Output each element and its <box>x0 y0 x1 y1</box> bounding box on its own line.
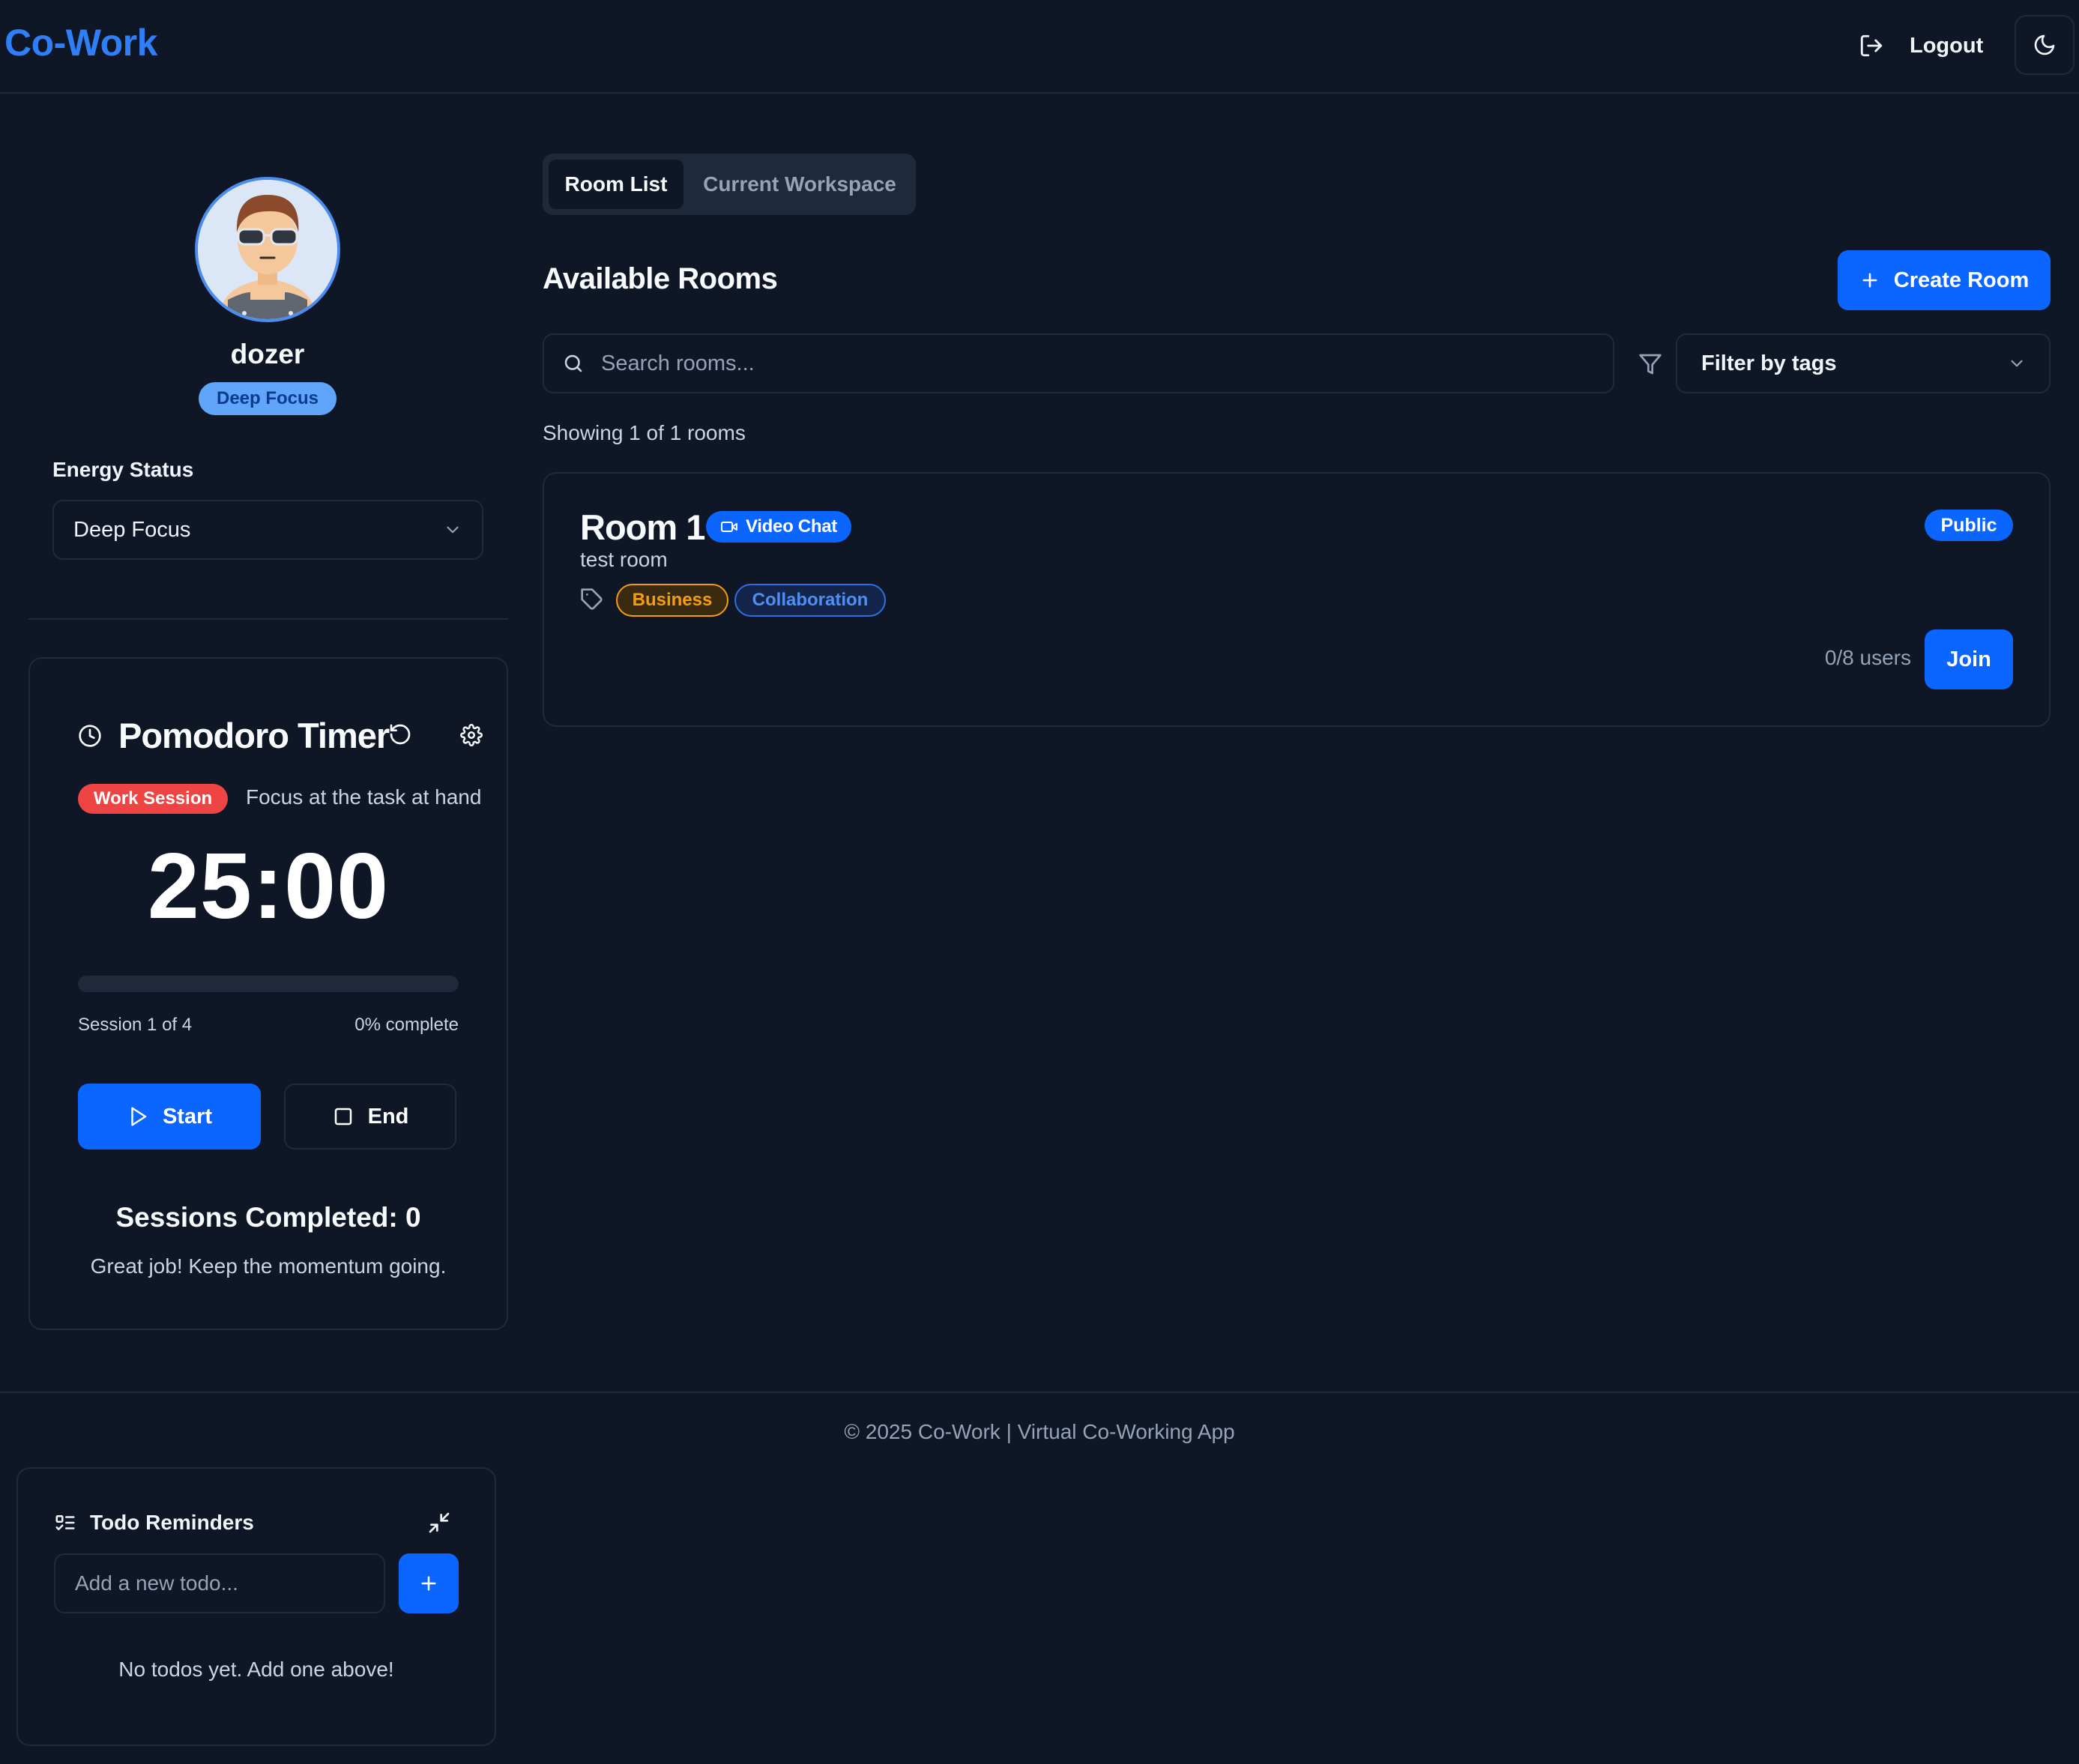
timer-progress-bar <box>78 976 459 992</box>
pomodoro-title: Pomodoro Timer <box>118 716 390 755</box>
energy-status-label: Energy Status <box>52 458 194 481</box>
timer-display: 25:00 <box>147 835 390 938</box>
start-timer-button[interactable]: Start <box>78 1084 261 1150</box>
logout-button[interactable]: Logout <box>1859 28 1983 63</box>
log-out-icon <box>1860 34 1883 57</box>
room-type-label: Video Chat <box>746 516 837 537</box>
todo-header: Todo Reminders <box>54 1511 254 1535</box>
tag-filter-select[interactable]: Filter by tags <box>1676 333 2051 393</box>
tag-icon <box>580 588 604 611</box>
energy-status-value: Deep Focus <box>73 517 191 542</box>
todo-title: Todo Reminders <box>90 1511 254 1534</box>
video-icon <box>721 522 738 532</box>
room-search <box>543 333 1614 393</box>
completion-percent: 0% complete <box>354 1015 459 1035</box>
start-label: Start <box>162 1104 213 1129</box>
plus-icon <box>421 1576 436 1591</box>
tab-current-workspace[interactable]: Current Workspace <box>690 160 910 209</box>
app-logo[interactable]: Co-Work <box>4 21 157 64</box>
minimize-icon <box>429 1512 450 1533</box>
create-room-label: Create Room <box>1893 268 2030 292</box>
chevron-down-icon <box>2011 360 2023 367</box>
theme-toggle-button[interactable] <box>2015 15 2075 75</box>
app-header: Co-Work Logout <box>0 0 2079 94</box>
play-icon <box>131 1107 147 1126</box>
section-title: Available Rooms <box>543 262 778 295</box>
todo-input[interactable] <box>54 1553 385 1613</box>
sidebar-divider <box>28 618 508 620</box>
room-visibility-badge: Public <box>1925 510 2013 541</box>
results-count: Showing 1 of 1 rooms <box>543 421 746 444</box>
search-input[interactable] <box>601 351 1575 376</box>
energy-status-badge: Deep Focus <box>199 382 337 415</box>
minimize-todo-button[interactable] <box>427 1511 451 1535</box>
plus-icon <box>1862 273 1877 288</box>
end-timer-button[interactable]: End <box>284 1084 456 1150</box>
room-tag: Business <box>616 584 728 617</box>
timer-settings-button[interactable] <box>460 724 483 746</box>
avatar <box>195 177 340 322</box>
add-todo-button[interactable] <box>399 1553 459 1613</box>
energy-status-select[interactable]: Deep Focus <box>52 500 483 560</box>
session-counter: Session 1 of 4 <box>78 1015 193 1035</box>
room-name: Room 1 <box>580 507 705 547</box>
chevron-down-icon <box>447 526 459 534</box>
search-icon <box>564 354 582 372</box>
tag-filter-label: Filter by tags <box>1701 351 1837 375</box>
encouragement-text: Great job! Keep the momentum going. <box>90 1254 447 1278</box>
rotate-ccw-icon <box>390 724 411 745</box>
join-room-button[interactable]: Join <box>1925 629 2013 689</box>
end-label: End <box>367 1104 409 1129</box>
footer-copyright: © 2025 Co-Work | Virtual Co-Working App <box>844 1420 1235 1443</box>
pomodoro-header: Pomodoro Timer <box>78 715 390 756</box>
moon-icon <box>2034 34 2055 55</box>
session-mode-text: Focus at the task at hand <box>246 785 482 809</box>
sessions-completed: Sessions Completed: 0 <box>115 1202 421 1233</box>
todo-empty-state: No todos yet. Add one above! <box>118 1658 394 1681</box>
footer-divider <box>0 1392 2079 1393</box>
filter-icon <box>1638 352 1662 376</box>
gear-icon <box>460 724 483 746</box>
session-mode-badge: Work Session <box>78 784 228 814</box>
reset-timer-button[interactable] <box>388 722 412 746</box>
room-tag: Collaboration <box>734 584 886 617</box>
logout-label: Logout <box>1910 33 1984 58</box>
clock-icon <box>79 724 101 747</box>
tab-room-list[interactable]: Room List <box>549 160 684 209</box>
room-description: test room <box>580 548 668 571</box>
list-todo-icon <box>55 1515 75 1530</box>
room-type-badge: Video Chat <box>706 511 851 543</box>
room-user-count: 0/8 users <box>1824 646 1911 669</box>
square-icon <box>334 1108 351 1126</box>
username: dozer <box>230 339 305 369</box>
create-room-button[interactable]: Create Room <box>1838 250 2051 310</box>
